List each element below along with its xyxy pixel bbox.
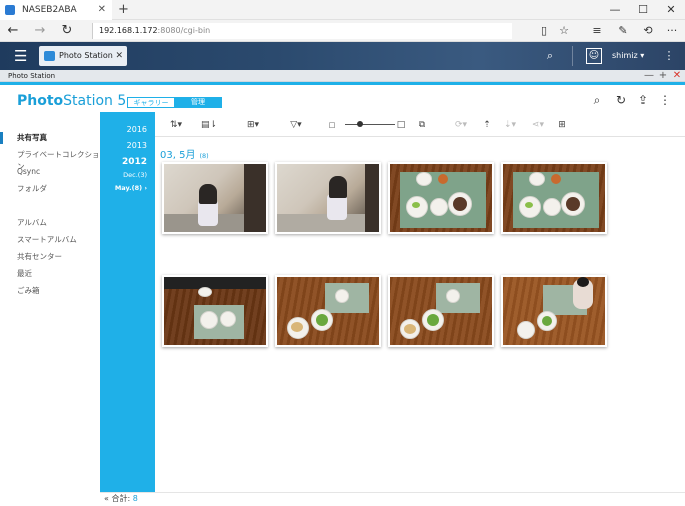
user-avatar-icon[interactable]: ☺ (586, 48, 602, 64)
photo-thumbnail[interactable] (388, 162, 494, 234)
manage-mode-tab[interactable]: 管理 (174, 97, 222, 108)
browser-tab[interactable]: NASEB2ABA ✕ (0, 0, 112, 20)
upload-toolbar-icon[interactable]: ⇡ (480, 118, 494, 132)
sort-icon[interactable]: ⇅▾ (165, 118, 187, 132)
mode-switch: ギャラリー 管理 (127, 97, 222, 108)
browser-tab-title: NASEB2ABA (22, 5, 77, 15)
timeline-month-may[interactable]: May.(8) › (115, 184, 147, 192)
group-count: (8) (199, 152, 209, 160)
rotate-icon: ⟳▾ (454, 120, 468, 130)
back-arrow-icon[interactable]: ← (2, 20, 24, 42)
photo-thumbnail[interactable] (501, 162, 607, 234)
url-path: :8080/cgi-bin (157, 26, 211, 35)
sidebar-item-album[interactable]: アルバム (17, 217, 47, 229)
hub-icon[interactable]: ≡ (586, 20, 608, 42)
more-browser-icon[interactable]: ··· (661, 20, 683, 42)
close-window-button[interactable]: ✕ (657, 0, 685, 20)
photo-thumbnail[interactable] (501, 275, 607, 347)
browser-titlebar: NASEB2ABA ✕ + — ☐ ✕ (0, 0, 685, 20)
sidebar-item-share-center[interactable]: 共有センター (17, 251, 62, 263)
active-indicator (0, 132, 3, 144)
new-tab-button[interactable]: + (118, 0, 129, 20)
sidebar-item-qsync[interactable]: Qsync (17, 166, 40, 178)
app-tab-label: Photo Station (59, 51, 113, 60)
app-window-titlebar: Photo Station — + ✕ (0, 70, 685, 82)
download-icon: ⇣▾ (503, 120, 517, 130)
close-tab-icon[interactable]: ✕ (98, 0, 106, 20)
share-icon[interactable]: ⟲ (637, 20, 659, 42)
refresh-icon[interactable]: ↻ (56, 20, 78, 42)
sidebar: 共有写真 プライベートコレクション Qsync フォルダ アルバム スマートアル… (0, 112, 100, 506)
timeline-year-2013[interactable]: 2013 (127, 141, 147, 150)
more-options-icon[interactable]: ⋮ (657, 92, 673, 108)
app-window-title: Photo Station (8, 72, 56, 80)
group-header: 03, 5月 (8) (160, 146, 209, 161)
photo-station-app-tab[interactable]: Photo Station ✕ (39, 46, 127, 66)
topbar-divider (572, 46, 573, 66)
minimize-window-button[interactable]: — (601, 0, 629, 20)
refresh-content-icon[interactable]: ↻ (613, 92, 629, 108)
sidebar-item-trash[interactable]: ごみ箱 (17, 285, 40, 297)
photo-content: 03, 5月 (8) (155, 137, 685, 492)
app-minimize-button[interactable]: — (642, 70, 656, 82)
app-maximize-button[interactable]: + (656, 70, 670, 82)
photo-station-header: PhotoStation 5 ギャラリー 管理 ⌕ ↻ ⇪ ⋮ (0, 82, 685, 112)
reading-view-icon[interactable]: ▯ (533, 20, 555, 42)
qnap-more-icon[interactable]: ⋮ (662, 46, 676, 66)
search-icon[interactable]: ⌕ (542, 46, 558, 66)
close-app-tab-icon[interactable]: ✕ (115, 46, 123, 66)
timeline-panel: 2016 2013 2012 Dec.(3) May.(8) › (100, 112, 155, 492)
add-to-album-icon[interactable]: ⊞▾ (242, 118, 264, 132)
gallery-mode-tab[interactable]: ギャラリー (127, 97, 175, 108)
user-menu[interactable]: shimiz ▾ (612, 46, 644, 66)
hamburger-menu-icon[interactable]: ☰ (14, 46, 34, 66)
toolbar: ⇅▾ ▤⇂ ⊞▾ ▽▾ □ □ ⧉ ⟳▾ ⇡ ⇣▾ ⋖▾ ⊞ (155, 112, 685, 137)
group-title: 03, 5月 (160, 150, 196, 161)
filter-icon[interactable]: ▽▾ (285, 118, 307, 132)
large-size-icon[interactable]: □ (396, 118, 406, 132)
status-bar: « 合計: 8 (100, 492, 685, 506)
total-count: « 合計: 8 (104, 494, 138, 503)
select-all-icon[interactable]: ⊞ (555, 118, 569, 132)
url-host: 192.168.1.172 (99, 26, 158, 35)
photo-thumbnail[interactable] (388, 275, 494, 347)
slider-knob[interactable] (357, 121, 363, 127)
upload-icon[interactable]: ⇪ (635, 92, 651, 108)
timeline-month-dec[interactable]: Dec.(3) (123, 171, 147, 179)
sidebar-item-private-collection[interactable]: プライベートコレクション (17, 149, 100, 171)
tab-favicon-icon (5, 5, 15, 15)
photo-thumbnail[interactable] (275, 275, 381, 347)
photo-thumbnail[interactable] (275, 162, 381, 234)
photo-thumbnail[interactable] (162, 162, 268, 234)
timeline-year-2012[interactable]: 2012 (122, 157, 147, 167)
small-size-icon[interactable]: □ (327, 118, 337, 132)
app-close-button[interactable]: ✕ (670, 70, 684, 82)
collapse-icon[interactable]: « (104, 494, 109, 503)
sort-order-icon[interactable]: ▤⇂ (197, 118, 221, 132)
share-toolbar-icon: ⋖▾ (531, 120, 545, 130)
sidebar-item-shared-photos[interactable]: 共有写真 (17, 132, 47, 144)
url-field[interactable]: 192.168.1.172:8080/cgi-bin (92, 23, 512, 39)
web-note-icon[interactable]: ✎ (612, 20, 634, 42)
photo-thumbnail[interactable] (162, 275, 268, 347)
sidebar-item-smart-album[interactable]: スマートアルバム (17, 234, 77, 246)
timeline-year-2016[interactable]: 2016 (127, 125, 147, 134)
qnap-topbar: ☰ Photo Station ✕ ⌕ ☺ shimiz ▾ ⋮ (0, 42, 685, 70)
browser-address-bar: ← → ↻ 192.168.1.172:8080/cgi-bin ▯ ☆ ≡ ✎… (0, 20, 685, 42)
sidebar-item-recent[interactable]: 最近 (17, 268, 32, 280)
view-mode-icon[interactable]: ⧉ (415, 118, 429, 132)
forward-arrow-icon[interactable]: → (29, 20, 51, 42)
sidebar-item-folder[interactable]: フォルダ (17, 183, 47, 195)
search-photos-icon[interactable]: ⌕ (589, 92, 605, 108)
photo-station-tab-icon (44, 51, 55, 61)
thumbnail-size-slider[interactable] (345, 124, 395, 125)
maximize-window-button[interactable]: ☐ (629, 0, 657, 20)
favorite-star-icon[interactable]: ☆ (553, 20, 575, 42)
photo-station-logo: PhotoStation 5 (17, 93, 127, 109)
